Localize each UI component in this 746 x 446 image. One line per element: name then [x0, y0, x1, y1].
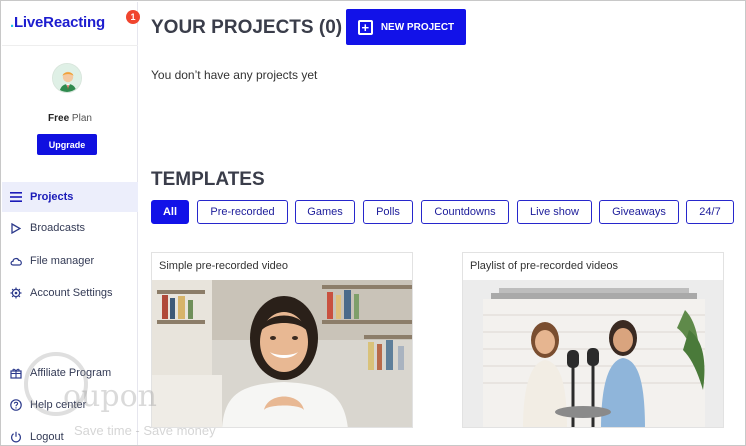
gear-icon — [2, 287, 30, 299]
plus-icon: + — [357, 19, 373, 35]
sidebar-item-label: Projects — [30, 191, 74, 203]
app-logo[interactable]: .LiveReacting — [10, 14, 105, 31]
plan-label: Free Plan — [2, 113, 138, 124]
templates-title: TEMPLATES — [151, 169, 265, 190]
sidebar-item-logout[interactable]: Logout — [2, 422, 138, 445]
logo-text: LiveReacting — [13, 14, 105, 31]
sidebar-item-broadcasts[interactable]: Broadcasts — [2, 213, 138, 243]
cloud-icon — [2, 256, 30, 266]
sidebar-item-label: Broadcasts — [30, 222, 86, 234]
filter-countdowns[interactable]: Countdowns — [421, 200, 509, 224]
filter-live-show[interactable]: Live show — [517, 200, 592, 224]
avatar[interactable] — [52, 63, 82, 93]
plan-name: Free — [48, 113, 70, 124]
template-card-title: Simple pre-recorded video — [159, 260, 289, 272]
sidebar-item-help-center[interactable]: Help center — [2, 390, 138, 420]
logo-row: .LiveReacting 1 — [2, 2, 140, 46]
help-icon — [2, 399, 30, 411]
template-card-title: Playlist of pre-recorded videos — [470, 260, 618, 272]
sidebar-item-label: File manager — [30, 255, 95, 267]
sidebar-item-affiliate-program[interactable]: Affiliate Program — [2, 358, 138, 388]
filter-giveaways[interactable]: Giveaways — [599, 200, 679, 224]
sidebar-item-label: Help center — [30, 399, 87, 411]
template-card-simple-pre-recorded[interactable]: Simple pre-recorded video — [151, 252, 413, 428]
filter-all[interactable]: All — [151, 200, 189, 224]
template-thumbnail-woman-smiling — [152, 280, 412, 427]
sidebar: .LiveReacting 1 Free Plan Upgrade Projec… — [2, 2, 140, 445]
sidebar-item-label: Affiliate Program — [30, 367, 112, 379]
empty-projects-message: You don’t have any projects yet — [151, 68, 318, 82]
filter-games[interactable]: Games — [295, 200, 355, 224]
user-avatar-icon — [53, 64, 81, 92]
new-project-button[interactable]: + NEW PROJECT — [346, 9, 466, 45]
plan-suffix: Plan — [69, 113, 92, 124]
notification-badge[interactable]: 1 — [126, 10, 140, 24]
template-card-playlist-pre-recorded[interactable]: Playlist of pre-recorded videos — [462, 252, 724, 428]
sidebar-item-file-manager[interactable]: File manager — [2, 246, 138, 276]
sidebar-item-label: Logout — [30, 431, 64, 443]
app-window: .LiveReacting 1 Free Plan Upgrade Projec… — [0, 0, 746, 446]
upgrade-button[interactable]: Upgrade — [37, 134, 97, 155]
template-thumbnail-podcast — [463, 280, 723, 427]
filter-24-7[interactable]: 24/7 — [686, 200, 734, 224]
sidebar-item-projects[interactable]: Projects — [2, 182, 138, 212]
sidebar-item-label: Account Settings — [30, 287, 113, 299]
page-title: YOUR PROJECTS (0) — [151, 17, 343, 38]
menu-icon — [2, 192, 30, 202]
new-project-label: NEW PROJECT — [380, 21, 455, 33]
power-icon — [2, 431, 30, 443]
filter-polls[interactable]: Polls — [363, 200, 413, 224]
sidebar-item-account-settings[interactable]: Account Settings — [2, 278, 138, 308]
gift-icon — [2, 367, 30, 379]
play-icon — [2, 222, 30, 234]
filter-pre-recorded[interactable]: Pre-recorded — [197, 200, 288, 224]
